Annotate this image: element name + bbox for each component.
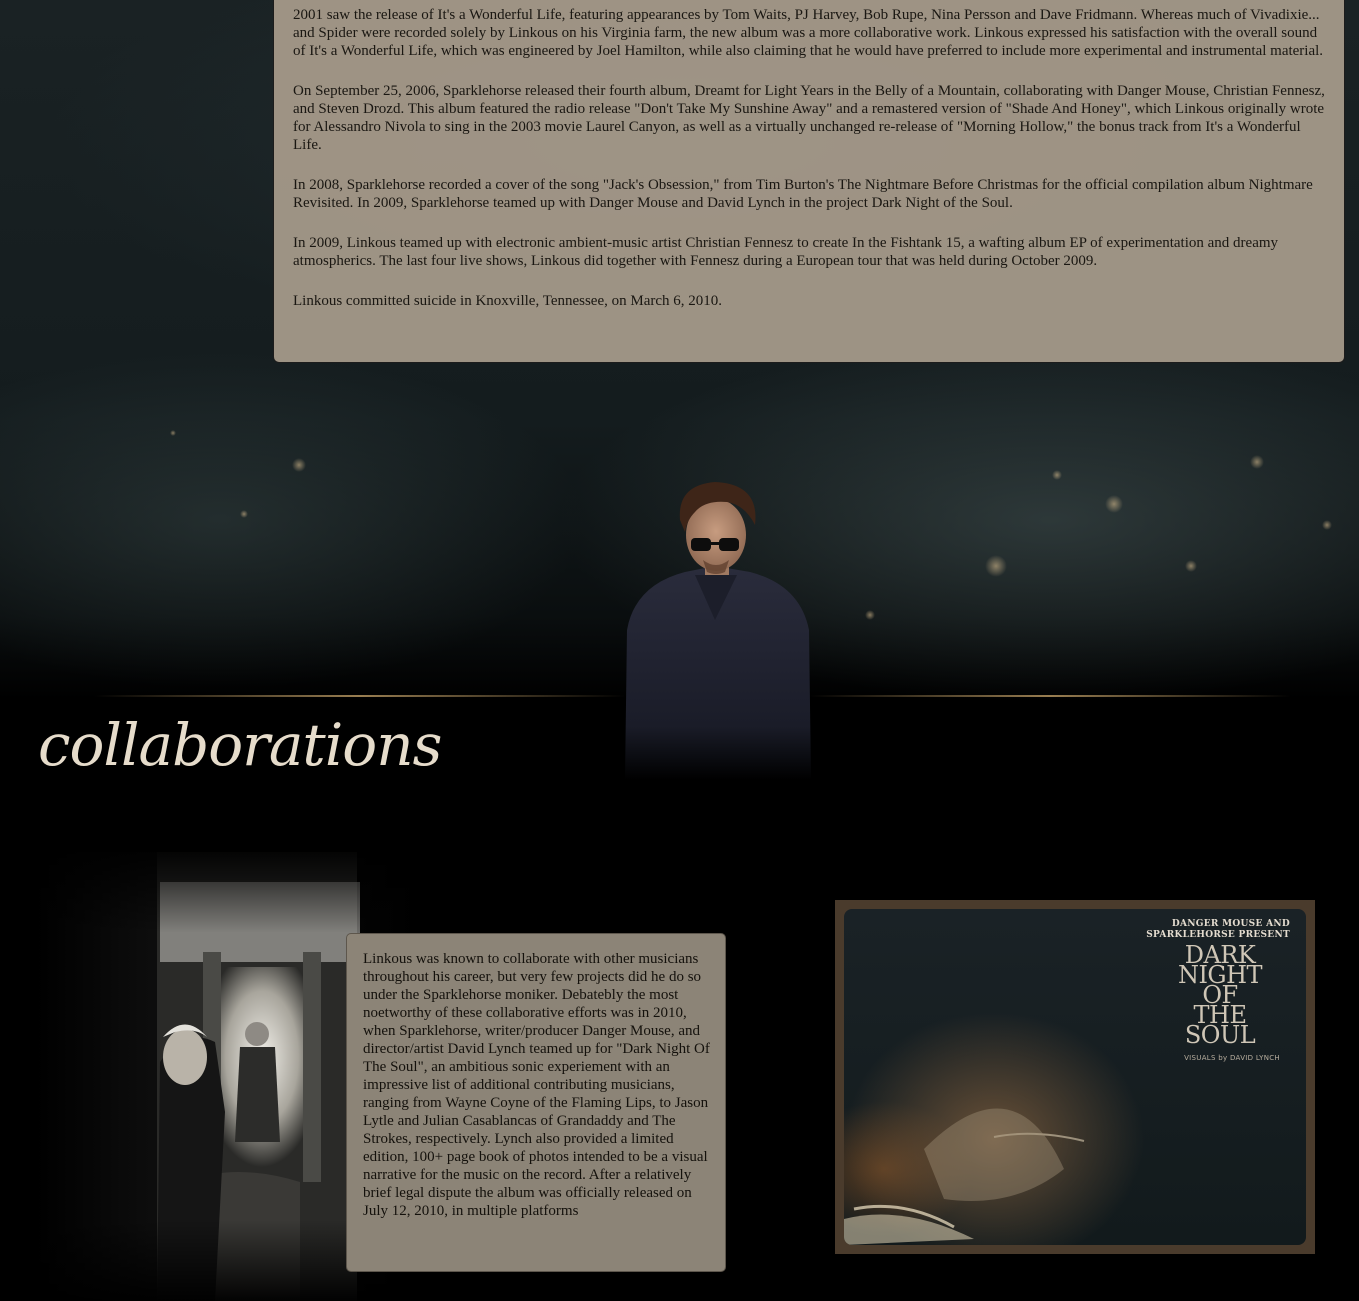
album-title: DARK NIGHT OF THE SOUL (1177, 941, 1263, 1049)
collaborations-text-panel: Linkous was known to collaborate with ot… (346, 933, 726, 1272)
collaborations-heading: collaborations (38, 711, 442, 779)
album-artist-line: DANGER MOUSE AND (1171, 919, 1290, 929)
history-paragraph: 2001 saw the release of It's a Wonderful… (293, 7, 1324, 59)
album-cover-art: DANGER MOUSE AND SPARKLEHORSE PRESENT DA… (844, 909, 1306, 1245)
album-visuals-credit: VISUALS by DAVID LYNCH (1184, 1054, 1280, 1062)
horizon-line-left (95, 695, 625, 697)
album-artist-credit: DANGER MOUSE AND SPARKLEHORSE PRESENT (1146, 919, 1290, 941)
history-text-panel: 2001 saw the release of It's a Wonderful… (273, 0, 1345, 363)
history-paragraph: In 2009, Linkous teamed up with electron… (293, 235, 1279, 269)
history-paragraph: Linkous committed suicide in Knoxville, … (293, 293, 723, 309)
musician-portrait-image (625, 482, 811, 780)
history-paragraph: On September 25, 2006, Sparklehorse rele… (293, 83, 1325, 153)
history-paragraph: In 2008, Sparklehorse recorded a cover o… (293, 177, 1313, 211)
album-artist-line: SPARKLEHORSE PRESENT (1146, 930, 1290, 940)
horizon-line-right (810, 695, 1290, 697)
album-cover-image: DANGER MOUSE AND SPARKLEHORSE PRESENT DA… (835, 900, 1315, 1254)
collaborations-body: Linkous was known to collaborate with ot… (363, 951, 710, 1219)
